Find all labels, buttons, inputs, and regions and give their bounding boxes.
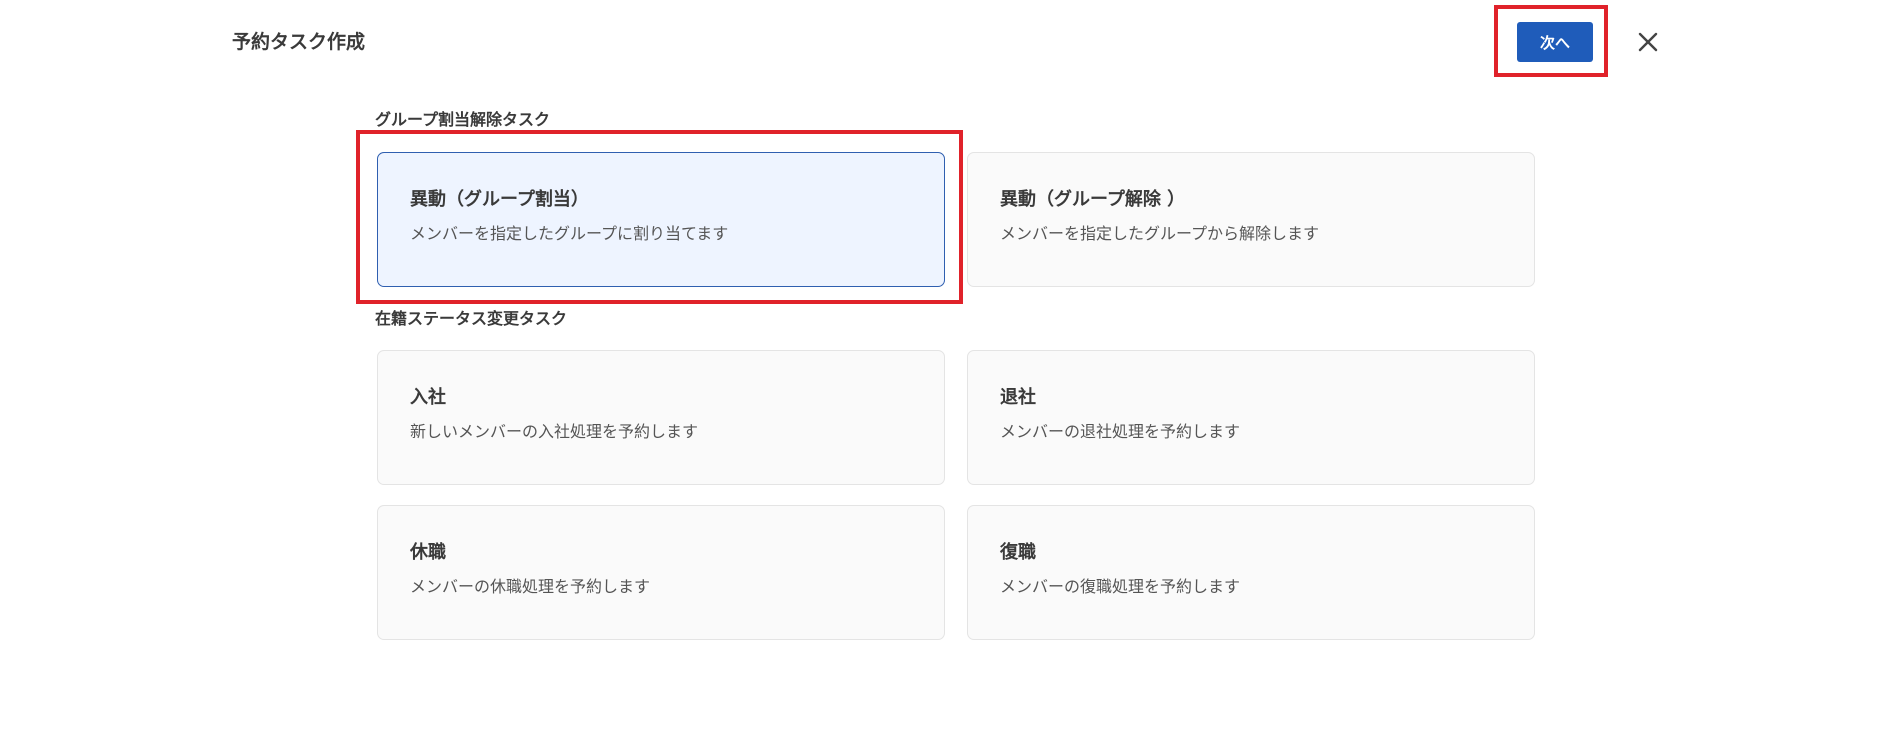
section-heading-status: 在籍ステータス変更タスク [375, 309, 568, 328]
card-description: メンバーを指定したグループから解除します [1000, 224, 1320, 243]
card-description: メンバーの復職処理を予約します [1000, 577, 1241, 596]
card-description: メンバーの休職処理を予約します [410, 577, 651, 596]
close-icon [1638, 32, 1658, 52]
card-suspend[interactable]: 休職 メンバーの休職処理を予約します [377, 505, 945, 640]
card-description: 新しいメンバーの入社処理を予約します [410, 422, 699, 441]
card-transfer-assign[interactable]: 異動（グループ割当） メンバーを指定したグループに割り当てます [377, 152, 945, 287]
next-button[interactable]: 次へ [1517, 22, 1593, 62]
card-leave[interactable]: 退社 メンバーの退社処理を予約します [967, 350, 1535, 485]
card-transfer-unassign[interactable]: 異動（グループ解除 ） メンバーを指定したグループから解除します [967, 152, 1535, 287]
card-reinstate[interactable]: 復職 メンバーの復職処理を予約します [967, 505, 1535, 640]
page-title: 予約タスク作成 [232, 31, 366, 53]
section-heading-group: グループ割当解除タスク [375, 110, 551, 129]
card-description: メンバーの退社処理を予約します [1000, 422, 1241, 441]
card-title: 異動（グループ割当） [410, 189, 589, 210]
card-description: メンバーを指定したグループに割り当てます [410, 224, 729, 243]
card-title: 休職 [410, 542, 446, 563]
card-title: 異動（グループ解除 ） [1000, 189, 1186, 210]
close-button[interactable] [1630, 24, 1666, 60]
task-create-page: 予約タスク作成 次へ グループ割当解除タスク 異動（グループ割当） メンバーを指… [0, 0, 1899, 739]
card-join[interactable]: 入社 新しいメンバーの入社処理を予約します [377, 350, 945, 485]
card-title: 入社 [410, 387, 446, 408]
card-title: 退社 [1000, 387, 1036, 408]
card-title: 復職 [1000, 542, 1036, 563]
